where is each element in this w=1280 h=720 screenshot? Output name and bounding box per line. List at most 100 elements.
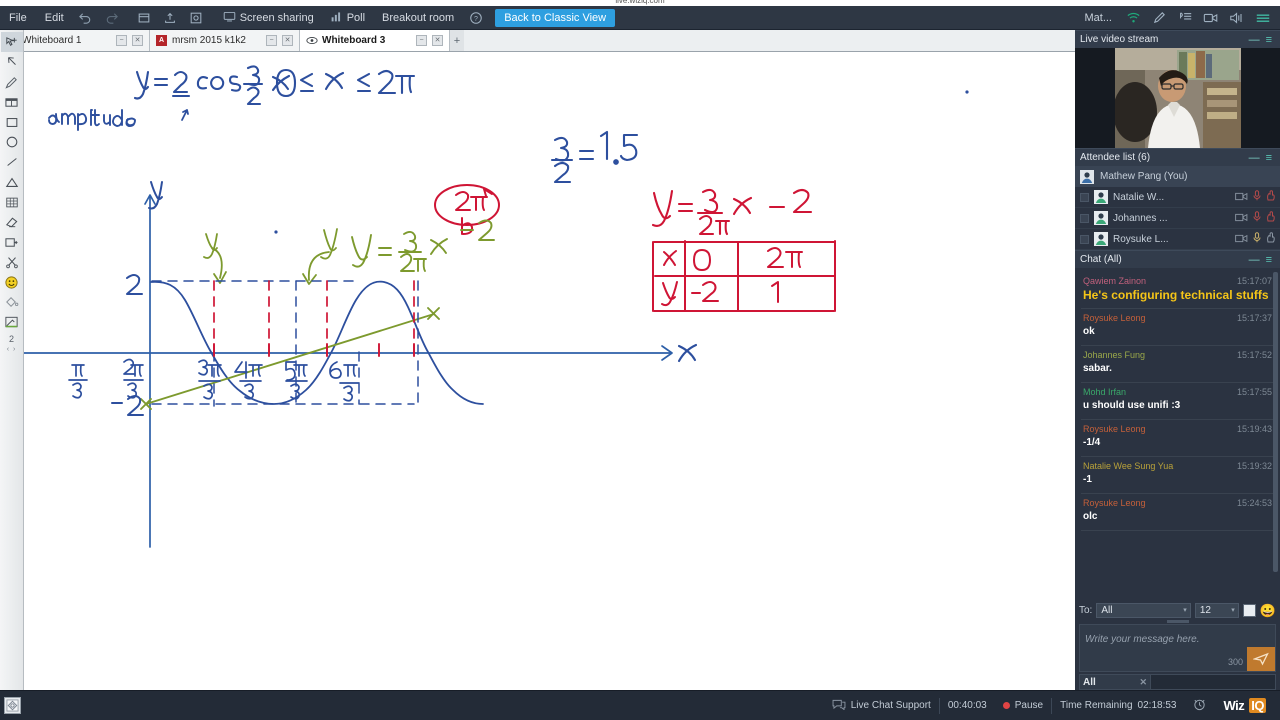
tab-close-button[interactable]: ✕ — [432, 35, 443, 46]
webcam-off-icon[interactable] — [1235, 230, 1248, 248]
menu-edit[interactable]: Edit — [36, 6, 73, 30]
font-size-select[interactable]: 12 — [1194, 603, 1239, 618]
compose-resize-handle[interactable] — [1079, 619, 1276, 623]
tab-whiteboard-3[interactable]: Whiteboard 3 − ✕ — [300, 30, 450, 51]
screenshot-icon[interactable] — [183, 6, 209, 30]
video-menu-button[interactable]: ≡ — [1263, 34, 1275, 46]
pause-button[interactable]: Pause — [995, 700, 1051, 711]
chat-minimize-button[interactable]: — — [1246, 254, 1263, 266]
chat-tag-rest[interactable] — [1151, 674, 1276, 690]
menu-hamburger-icon[interactable] — [1250, 6, 1276, 30]
tool-color[interactable] — [1, 312, 23, 332]
tab-mrsm-2015-k1k2[interactable]: A mrsm 2015 k1k2 − ✕ — [150, 30, 300, 51]
tab-close-button[interactable]: ✕ — [282, 35, 293, 46]
live-video-stream[interactable] — [1075, 48, 1280, 148]
attendee-row-natalie[interactable]: Natalie W... — [1075, 187, 1280, 208]
chat-timestamp: 15:17:52 — [1236, 350, 1272, 360]
tool-emoji[interactable] — [1, 272, 23, 292]
chat-tag-close-icon[interactable]: ✕ — [1139, 677, 1147, 688]
live-chat-support-button[interactable]: Live Chat Support — [824, 699, 939, 713]
audio-icon[interactable] — [1224, 6, 1250, 30]
tab-minimize-button[interactable]: − — [416, 35, 427, 46]
copy-icon[interactable] — [131, 6, 157, 30]
app-launcher[interactable] — [0, 691, 24, 720]
whiteboard-canvas[interactable] — [24, 52, 1075, 690]
webcam-off-icon[interactable] — [1235, 209, 1248, 227]
screen-sharing-button[interactable]: Screen sharing — [215, 10, 322, 26]
raise-hand-icon[interactable] — [1266, 209, 1275, 227]
tool-text[interactable] — [1, 92, 23, 112]
video-minimize-button[interactable]: — — [1246, 34, 1263, 46]
tool-fill[interactable] — [1, 292, 23, 312]
mic-muted-icon[interactable] — [1253, 188, 1261, 206]
tool-grid[interactable] — [1, 192, 23, 212]
add-tab-button[interactable]: + — [450, 30, 464, 51]
undo-icon[interactable] — [73, 6, 99, 30]
wifi-icon[interactable] — [1120, 6, 1146, 30]
poll-button[interactable]: Poll — [322, 10, 373, 26]
emoji-picker-button[interactable]: 😀 — [1260, 604, 1276, 617]
alarm-clock-button[interactable] — [1184, 697, 1215, 714]
app-icon — [3, 697, 21, 714]
text-color-picker[interactable] — [1242, 604, 1256, 617]
mic-icon[interactable] — [1253, 230, 1261, 248]
attention-icon[interactable] — [1172, 6, 1198, 30]
tool-rectangle[interactable] — [1, 112, 23, 132]
redo-icon[interactable] — [99, 6, 125, 30]
recipient-select[interactable]: All — [1096, 603, 1191, 618]
chat-body-text: -1 — [1083, 474, 1092, 485]
chat-scrollbar[interactable] — [1273, 272, 1278, 572]
help-icon[interactable]: ? — [463, 6, 489, 30]
page-nav-arrows[interactable]: ‹ › — [7, 346, 17, 353]
monitor-icon — [223, 10, 236, 26]
attendee-row-roysuke[interactable]: Roysuke L... — [1075, 229, 1280, 250]
tool-select[interactable] — [1, 52, 23, 72]
message-input[interactable]: Write your message here. 300 — [1079, 624, 1276, 672]
send-button[interactable] — [1247, 647, 1275, 671]
tool-scissors[interactable] — [1, 252, 23, 272]
webcam-icon[interactable] — [1198, 6, 1224, 30]
menu-file[interactable]: File — [0, 6, 36, 30]
bar-chart-icon — [330, 10, 343, 26]
tab-minimize-button[interactable]: − — [266, 35, 277, 46]
attendee-row-johannes[interactable]: Johannes ... — [1075, 208, 1280, 229]
attendee-checkbox[interactable] — [1080, 213, 1089, 223]
chat-timestamp: 15:17:55 — [1236, 387, 1272, 397]
attendee-checkbox[interactable] — [1080, 192, 1089, 202]
tool-eraser[interactable] — [1, 212, 23, 232]
chat-tag-label: All — [1083, 676, 1096, 688]
attendee-minimize-button[interactable]: — — [1246, 152, 1263, 164]
tool-line[interactable] — [1, 152, 23, 172]
chat-author: Qawiem Zainon — [1083, 276, 1147, 286]
video-frame — [1114, 48, 1241, 148]
tool-ellipse[interactable] — [1, 132, 23, 152]
raise-hand-icon[interactable] — [1266, 188, 1275, 206]
mic-muted-icon[interactable] — [1253, 209, 1261, 227]
pen-icon[interactable] — [1146, 6, 1172, 30]
upload-icon[interactable] — [157, 6, 183, 30]
chat-body-text: u should use unifi :3 — [1083, 400, 1181, 411]
time-remaining: Time Remaining 02:18:53 — [1052, 700, 1184, 711]
current-user-label[interactable]: Mat... — [1076, 12, 1120, 24]
chat-tag-all[interactable]: All ✕ — [1079, 674, 1151, 690]
tool-pan[interactable] — [0, 32, 23, 52]
tool-triangle[interactable] — [1, 172, 23, 192]
tab-close-button[interactable]: ✕ — [132, 35, 143, 46]
tool-duplicate[interactable] — [1, 232, 23, 252]
back-to-classic-view-button[interactable]: Back to Classic View — [495, 8, 616, 27]
webcam-off-icon[interactable] — [1235, 188, 1248, 206]
attendee-checkbox[interactable] — [1080, 234, 1089, 244]
breakout-room-button[interactable]: Breakout room — [373, 6, 463, 30]
raise-hand-icon[interactable] — [1266, 230, 1275, 248]
browser-url-text: live.wiziq.com — [615, 0, 665, 5]
attendee-menu-button[interactable]: ≡ — [1263, 152, 1275, 164]
chat-body-text: olc — [1083, 511, 1098, 522]
attendee-panel-title: Attendee list (6) — [1080, 152, 1151, 163]
chat-body-text: ok — [1083, 326, 1095, 337]
attendee-self-row[interactable]: Mathew Pang (You) — [1075, 166, 1280, 187]
chat-message-list[interactable]: Qawiem Zainon 15:17:07 He's configuring … — [1075, 268, 1280, 600]
chat-message: Johannes Fung 15:17:52 sabar. — [1081, 346, 1274, 383]
chat-menu-button[interactable]: ≡ — [1263, 254, 1275, 266]
tab-minimize-button[interactable]: − — [116, 35, 127, 46]
tool-pencil[interactable] — [1, 72, 23, 92]
